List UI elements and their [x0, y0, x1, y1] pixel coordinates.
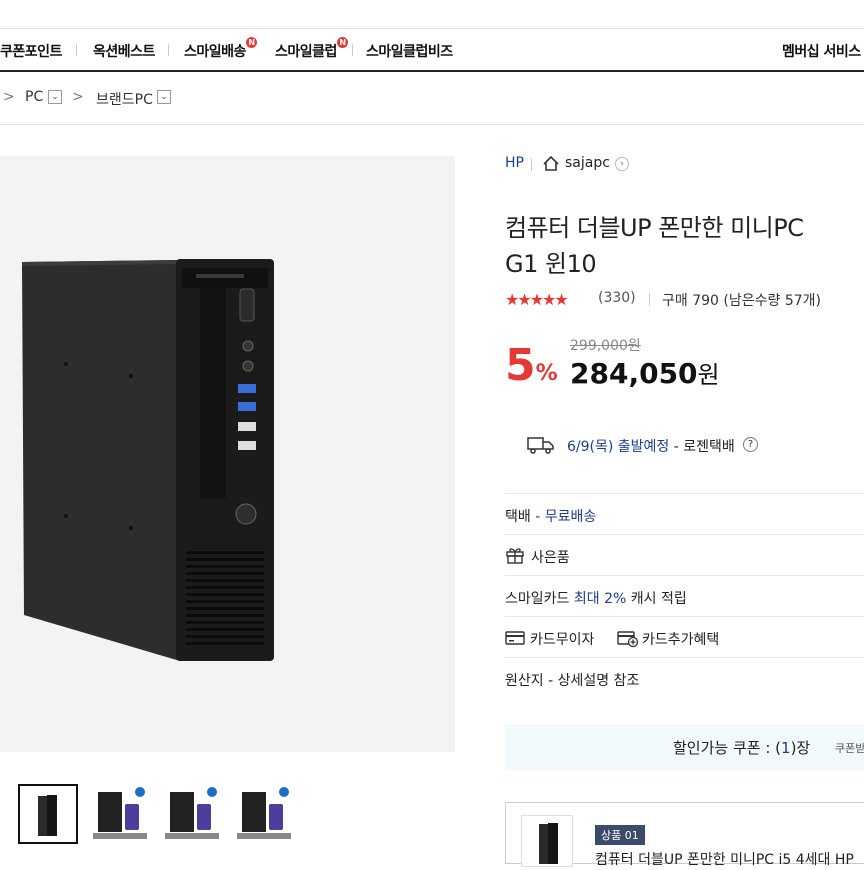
- product-title-line2: G1 윈10: [505, 250, 597, 278]
- product-main-image[interactable]: [0, 156, 455, 752]
- review-count[interactable]: (330): [598, 290, 636, 306]
- origin-text: 원산지 - 상세설명 참조: [505, 673, 640, 689]
- chevron-down-icon[interactable]: ⌄: [48, 90, 62, 104]
- nav-auction-best[interactable]: 옥션베스트: [93, 41, 155, 61]
- nav-smile-club[interactable]: 스마일클럽 N: [275, 37, 348, 61]
- chevron-right-icon[interactable]: ›: [615, 157, 629, 171]
- nav-smile-delivery[interactable]: 스마일배송 N: [184, 37, 257, 61]
- help-icon[interactable]: ?: [743, 437, 758, 452]
- option-name: 컴퓨터 더블UP 폰만한 미니PC i5 4세대 HP: [595, 852, 854, 868]
- option-badge: 상품 01: [595, 825, 645, 845]
- delivery-text: 택배 - 무료배송: [505, 506, 596, 526]
- gift-row[interactable]: 사은품: [505, 534, 864, 575]
- truck-icon: [527, 436, 555, 458]
- get-coupon-button[interactable]: 쿠폰받: [835, 740, 864, 756]
- smilecard-highlight: 최대 2%: [573, 591, 627, 607]
- thumbnail-3[interactable]: [162, 784, 222, 844]
- discount-percent-sign: %: [535, 361, 558, 386]
- smilecard-text: 스마일카드 최대 2% 캐시 적립: [505, 588, 687, 608]
- shipping-carrier: - 로젠택배: [669, 439, 735, 455]
- thumbnail-image: [93, 787, 147, 839]
- card-benefit-row: 카드무이자 카드추가혜택: [505, 616, 864, 657]
- breadcrumb-separator: >: [3, 89, 15, 105]
- thumbnail-image: [38, 795, 57, 836]
- brand-link[interactable]: HP: [505, 155, 524, 171]
- product-title: 컴퓨터 더블UP 폰만한 미니PC G1 윈10: [505, 210, 864, 282]
- option-thumbnail-image: [539, 823, 558, 864]
- delivery-value: - 무료배송: [530, 509, 597, 525]
- gift-label: 사은품: [531, 550, 570, 566]
- coupon-prefix: 할인가능 쿠폰 : (: [673, 739, 782, 757]
- chevron-down-icon[interactable]: ⌄: [157, 90, 171, 104]
- option-thumbnail: [521, 815, 573, 867]
- coupon-box[interactable]: 할인가능 쿠폰 : (1)장 쿠폰받: [505, 724, 864, 770]
- shipping-date: 6/9(목) 출발예정: [567, 439, 670, 455]
- breadcrumb-brand-pc[interactable]: 브랜드PC: [96, 89, 153, 109]
- home-icon: [542, 155, 560, 177]
- sale-price-value: 284,050: [570, 357, 698, 390]
- shipping-info: 6/9(목) 출발예정 - 로젠택배: [567, 436, 735, 456]
- smilecard-prefix: 스마일카드: [505, 591, 574, 607]
- discount-number: 5: [505, 340, 536, 391]
- card-interest-link[interactable]: 카드무이자: [530, 629, 594, 649]
- nav-coupon-point[interactable]: 쿠폰포인트: [0, 41, 62, 61]
- rating-stars: ★★★★★: [505, 290, 569, 309]
- purchase-count: 구매 790 (남은수량 57개): [662, 293, 821, 309]
- thumbnail-1[interactable]: [18, 784, 78, 844]
- new-badge: N: [246, 37, 257, 48]
- breadcrumb-pc[interactable]: PC: [25, 89, 43, 105]
- rating-divider: [649, 293, 650, 306]
- card-plus-icon: [617, 630, 639, 652]
- top-nav: 쿠폰포인트 옥션베스트 스마일배송 N 스마일클럽 N 스마일클럽비즈 멤버십 …: [0, 28, 864, 72]
- discount-rate: 5%: [505, 340, 558, 391]
- sale-price-unit: 원: [697, 361, 720, 389]
- thumbnail-2[interactable]: [90, 784, 150, 844]
- shop-link[interactable]: sajapc: [565, 155, 610, 171]
- mini-pc-image: [22, 259, 274, 661]
- smilecard-suffix: 캐시 적립: [626, 591, 687, 607]
- gift-icon: [505, 546, 525, 568]
- thumbnail-image: [165, 787, 219, 839]
- brand-divider: [531, 158, 532, 171]
- origin-row: 원산지 - 상세설명 참조: [505, 657, 864, 698]
- nav-smile-club-biz[interactable]: 스마일클럽비즈: [366, 41, 453, 61]
- coupon-count: 1: [781, 739, 791, 757]
- coupon-suffix: )장: [790, 739, 811, 757]
- product-title-line1: 컴퓨터 더블UP 폰만한 미니PC: [505, 214, 804, 242]
- nav-divider: [168, 44, 169, 56]
- card-icon: [505, 630, 525, 650]
- thumbnail-4[interactable]: [234, 784, 294, 844]
- card-benefit-link[interactable]: 카드추가혜택: [642, 629, 719, 649]
- breadcrumb: > PC ⌄ > 브랜드PC ⌄: [0, 80, 864, 125]
- nav-smile-club-label: 스마일클럽: [275, 44, 337, 60]
- sale-price: 284,050원: [570, 355, 720, 390]
- original-price: 299,000원: [570, 338, 641, 354]
- option-item[interactable]: 상품 01 컴퓨터 더블UP 폰만한 미니PC i5 4세대 HP: [505, 802, 864, 868]
- thumbnail-image: [237, 787, 291, 839]
- coupon-text: 할인가능 쿠폰 : (1)장: [673, 737, 810, 758]
- new-badge: N: [337, 37, 348, 48]
- nav-divider: [76, 44, 77, 56]
- nav-divider: [352, 44, 353, 56]
- nav-membership-service[interactable]: 멤버십 서비스: [782, 41, 861, 61]
- delivery-row: 택배 - 무료배송: [505, 493, 864, 534]
- breadcrumb-separator: >: [72, 89, 84, 105]
- smilecard-row: 스마일카드 최대 2% 캐시 적립: [505, 575, 864, 616]
- delivery-label: 택배: [505, 509, 531, 525]
- nav-smile-delivery-label: 스마일배송: [184, 44, 246, 60]
